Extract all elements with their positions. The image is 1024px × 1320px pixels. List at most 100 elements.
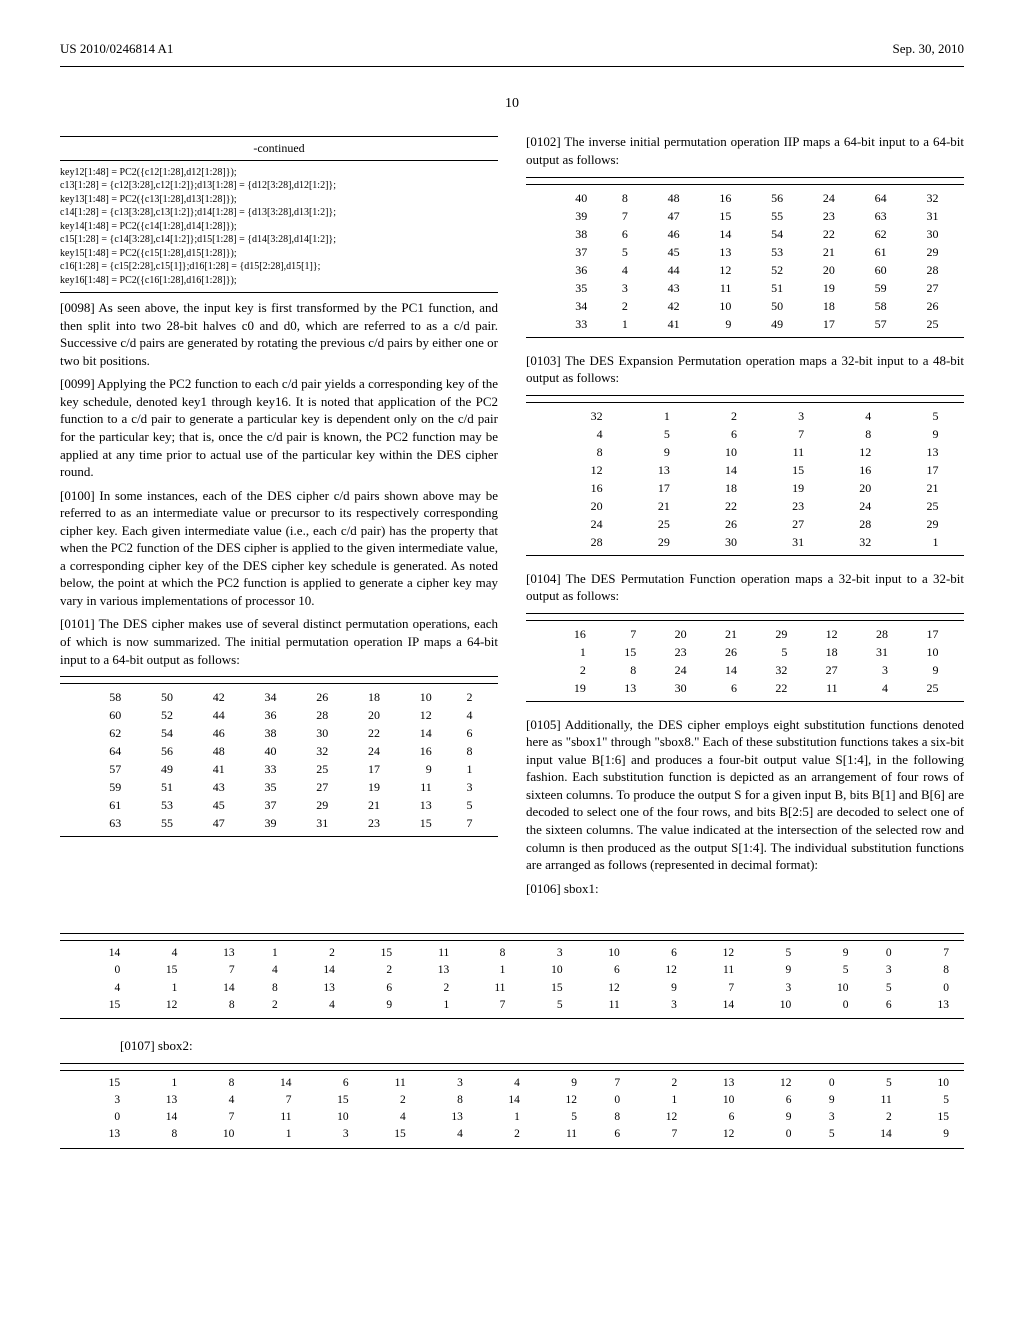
table-cell: 51 (739, 279, 791, 297)
table-cell: 25 (611, 515, 678, 533)
table-cell: 1 (879, 533, 946, 551)
table-cell: 13 (69, 1126, 126, 1143)
table-cell: 14 (284, 962, 341, 979)
para-0101: [0101] The DES cipher makes use of sever… (60, 615, 498, 668)
ip-table: 5850423426181026052443628201246254463830… (78, 688, 481, 832)
iip-table-wrap: 4084816562464323974715552363313864614542… (526, 177, 964, 338)
table-cell: 8 (241, 980, 284, 997)
table-cell: 22 (336, 724, 388, 742)
table-cell: 2 (355, 1092, 412, 1109)
table-row: 0147111041315812693215 (69, 1109, 955, 1126)
table-cell: 0 (797, 997, 854, 1014)
table-cell: 10 (511, 962, 568, 979)
table-cell: 31 (846, 643, 896, 661)
para-0107: [0107] sbox2: (120, 1037, 964, 1055)
table-cell: 9 (526, 1075, 583, 1092)
table-cell: 43 (636, 279, 688, 297)
table-cell: 32 (895, 189, 947, 207)
table-cell: 60 (843, 261, 895, 279)
table-cell: 6 (297, 1075, 354, 1092)
sbox2-table: 1518146113497213120510313471528141201106… (69, 1075, 955, 1144)
table-row: 342421050185826 (544, 297, 947, 315)
table-cell: 12 (683, 945, 740, 962)
table-cell: 1 (241, 945, 284, 962)
table-cell: 38 (544, 225, 596, 243)
table-cell: 21 (695, 625, 745, 643)
table-cell: 2 (241, 997, 284, 1014)
table-cell: 1 (611, 407, 678, 425)
table-cell: 7 (455, 997, 511, 1014)
table-cell: 29 (745, 625, 795, 643)
para-0105: [0105] Additionally, the DES cipher empl… (526, 716, 964, 874)
table-cell: 30 (678, 533, 745, 551)
table-cell: 13 (611, 461, 678, 479)
table-cell: 21 (791, 243, 843, 261)
table-cell: 15 (688, 207, 740, 225)
table-cell: 45 (181, 796, 233, 814)
doc-number: US 2010/0246814 A1 (60, 40, 173, 58)
table-cell: 26 (695, 643, 745, 661)
table-cell: 41 (636, 315, 688, 333)
table-cell: 42 (181, 688, 233, 706)
table-cell: 3 (297, 1126, 354, 1143)
table-cell: 56 (739, 189, 791, 207)
table-cell: 13 (412, 1109, 469, 1126)
table-cell: 9 (626, 980, 683, 997)
table-cell: 4 (812, 407, 879, 425)
table-cell: 4 (846, 679, 896, 697)
table-cell: 29 (285, 796, 337, 814)
table-cell: 20 (812, 479, 879, 497)
table-cell: 62 (843, 225, 895, 243)
table-cell: 7 (440, 814, 481, 832)
table-cell: 32 (745, 661, 795, 679)
table-cell: 22 (791, 225, 843, 243)
table-cell: 6 (695, 679, 745, 697)
table-cell: 28 (812, 515, 879, 533)
table-cell: 0 (898, 980, 955, 997)
table-cell: 24 (544, 515, 611, 533)
table-cell: 39 (544, 207, 596, 225)
page-number: 10 (60, 95, 964, 114)
table-cell: 54 (129, 724, 181, 742)
para-0104: [0104] The DES Permutation Function oper… (526, 570, 964, 605)
table-cell: 9 (688, 315, 740, 333)
table-cell: 52 (739, 261, 791, 279)
table-cell: 18 (336, 688, 388, 706)
table-cell: 17 (896, 625, 946, 643)
table-cell: 48 (181, 742, 233, 760)
exp-table-wrap: 3212345456789891011121312131415161716171… (526, 395, 964, 556)
table-cell: 24 (336, 742, 388, 760)
table-cell: 17 (611, 479, 678, 497)
table-cell: 56 (129, 742, 181, 760)
table-cell: 26 (678, 515, 745, 533)
table-cell: 8 (583, 1109, 626, 1126)
table-cell: 44 (636, 261, 688, 279)
table-cell: 38 (233, 724, 285, 742)
table-cell: 10 (388, 688, 440, 706)
table-cell: 16 (544, 479, 611, 497)
table-cell: 10 (896, 643, 946, 661)
table-cell: 60 (78, 706, 130, 724)
table-cell: 10 (569, 945, 626, 962)
table-cell: 42 (636, 297, 688, 315)
table-cell: 8 (183, 1075, 240, 1092)
table-cell: 15 (341, 945, 398, 962)
table-cell: 3 (798, 1109, 841, 1126)
table-cell: 12 (126, 997, 183, 1014)
table-cell: 16 (544, 625, 594, 643)
table-cell: 59 (843, 279, 895, 297)
table-cell: 11 (745, 443, 812, 461)
table-cell: 33 (233, 760, 285, 778)
table-cell: 14 (126, 1109, 183, 1126)
table-cell: 30 (285, 724, 337, 742)
table-cell: 34 (544, 297, 596, 315)
table-cell: 15 (69, 997, 126, 1014)
table-cell: 63 (78, 814, 130, 832)
table-cell: 4 (241, 962, 284, 979)
pf-table: 1672021291228171152326518311028241432273… (544, 625, 947, 697)
table-cell: 40 (544, 189, 596, 207)
table-cell: 5 (740, 945, 797, 962)
table-cell: 24 (644, 661, 694, 679)
table-cell: 26 (285, 688, 337, 706)
table-cell: 2 (284, 945, 341, 962)
